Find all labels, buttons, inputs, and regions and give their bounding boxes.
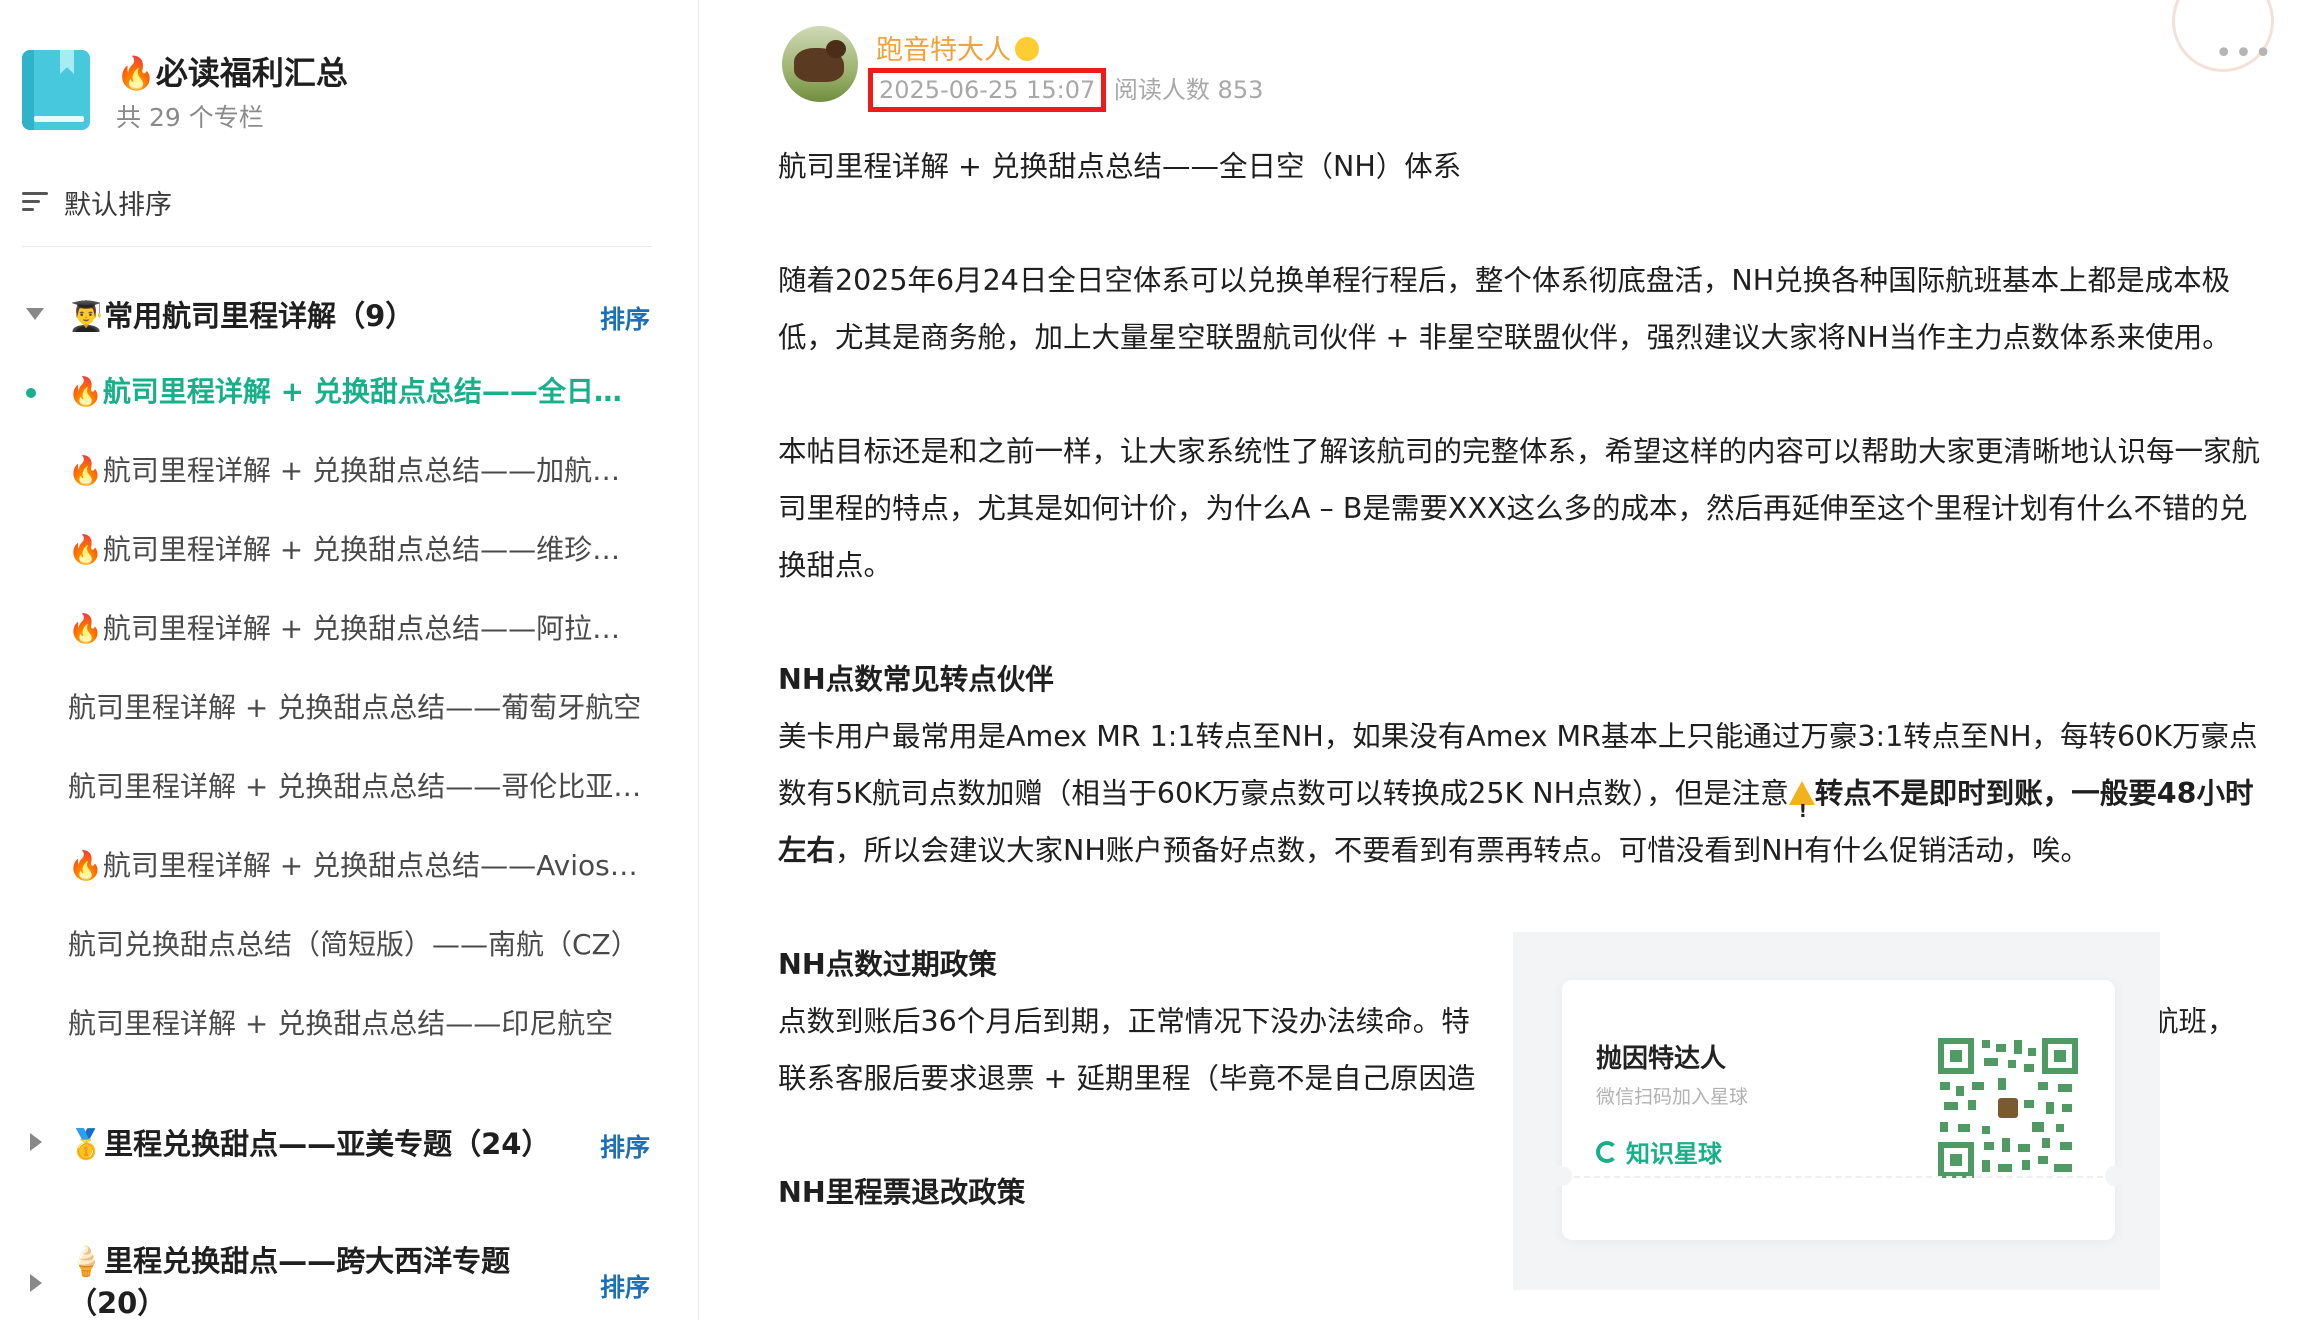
group-airline-miles[interactable]: 👨‍🎓常用航司里程详解（9） 排序 <box>0 292 698 336</box>
qr-popup: 抛因特达人 微信扫码加入星球 知识星球 <box>1513 932 2160 1290</box>
divider <box>22 246 652 247</box>
sort-dropdown[interactable]: 默认排序 <box>22 182 172 222</box>
planet-subtitle: 微信扫码加入星球 <box>1596 1086 1749 1108</box>
article-item[interactable]: 🔥航司里程详解 + 兑换甜点总结——加航（AC） <box>0 449 643 528</box>
column-count: 共 29 个专栏 <box>116 103 264 132</box>
group-title: 🍦里程兑换甜点——跨大西洋专题 （20） <box>68 1244 511 1320</box>
section-heading: NH点数常见转点伙伴 <box>778 663 1054 696</box>
group-asia-america[interactable]: 🥇里程兑换甜点——亚美专题（24） 排序 <box>0 1120 698 1164</box>
article-list: 🔥航司里程详解 + 兑换甜点总结——全日空（NH）体系 🔥航司里程详解 + 兑换… <box>0 370 698 1081</box>
article-item[interactable]: 🔥航司里程详解 + 兑换甜点总结——Avios体系 <box>0 844 643 923</box>
paragraph: 美卡用户最常用是Amex MR 1:1转点至NH，如果没有Amex MR基本上只… <box>778 708 2268 879</box>
article-item[interactable]: 航司里程详解 + 兑换甜点总结——哥伦比亚航空 <box>0 765 643 844</box>
avatar[interactable] <box>782 26 858 102</box>
sort-label: 默认排序 <box>64 189 172 221</box>
group-transatlantic[interactable]: 🍦里程兑换甜点——跨大西洋专题 （20） 排序 <box>0 1238 698 1320</box>
caret-down-icon[interactable] <box>26 308 44 320</box>
article-item[interactable]: 航司兑换甜点总结（简短版）——南航（CZ） <box>0 923 643 1002</box>
article-item[interactable]: 🔥航司里程详解 + 兑换甜点总结——阿拉斯加航空 <box>0 607 643 686</box>
article-item[interactable]: 航司里程详解 + 兑换甜点总结——葡萄牙航空 <box>0 686 643 765</box>
article-item[interactable]: 航司里程详解 + 兑换甜点总结——印尼航空 <box>0 1002 643 1081</box>
article-title: 航司里程详解 + 兑换甜点总结——全日空（NH）体系 <box>778 150 1462 183</box>
qr-code-icon[interactable] <box>1938 1038 2078 1178</box>
warning-icon <box>1788 781 1815 840</box>
qr-card[interactable]: 抛因特达人 微信扫码加入星球 知识星球 <box>1552 980 2125 1240</box>
paragraph: 随着2025年6月24日全日空体系可以兑换单程行程后，整个体系彻底盘活，NH兑换… <box>778 264 2231 354</box>
column-title: 🔥必读福利汇总 <box>116 54 348 92</box>
article-item[interactable]: 🔥航司里程详解 + 兑换甜点总结——维珍航空 <box>0 528 643 607</box>
group-sort-button[interactable]: 排序 <box>600 300 650 336</box>
book-icon <box>22 50 90 130</box>
sort-lines-icon <box>22 190 50 214</box>
view-count: 阅读人数 853 <box>1113 76 1264 104</box>
paragraph: 本帖目标还是和之前一样，让大家系统性了解该航司的完整体系，希望这样的内容可以帮助… <box>778 435 2261 582</box>
column-header[interactable]: 🔥必读福利汇总 共 29 个专栏 <box>22 48 682 138</box>
caret-right-icon[interactable] <box>30 1274 42 1292</box>
group-title: 🥇里程兑换甜点——亚美专题（24） <box>68 1127 551 1161</box>
group-sort-button[interactable]: 排序 <box>600 1268 650 1304</box>
planet-name: 抛因特达人 <box>1596 1044 1727 1074</box>
caret-right-icon[interactable] <box>30 1133 42 1151</box>
wink-emoji-icon <box>1015 37 1039 61</box>
zsxq-logo-icon <box>1596 1140 1618 1163</box>
group-sort-button[interactable]: 排序 <box>600 1128 650 1164</box>
zsxq-brand: 知识星球 <box>1596 1134 1722 1169</box>
article-item-active[interactable]: 🔥航司里程详解 + 兑换甜点总结——全日空（NH）体系 <box>0 370 643 449</box>
post-meta: 2025-06-25 15:07 阅读人数 853 <box>868 68 1264 112</box>
post-date: 2025-06-25 15:07 <box>868 68 1107 112</box>
group-title: 👨‍🎓常用航司里程详解（9） <box>68 299 415 333</box>
active-dot-icon <box>26 388 36 398</box>
author-name[interactable]: 跑音特大人 <box>876 28 1039 67</box>
more-options-icon[interactable]: ••• <box>2215 36 2274 71</box>
sidebar: 🔥必读福利汇总 共 29 个专栏 默认排序 👨‍🎓常用航司里程详解（9） 排序 … <box>0 0 699 1320</box>
